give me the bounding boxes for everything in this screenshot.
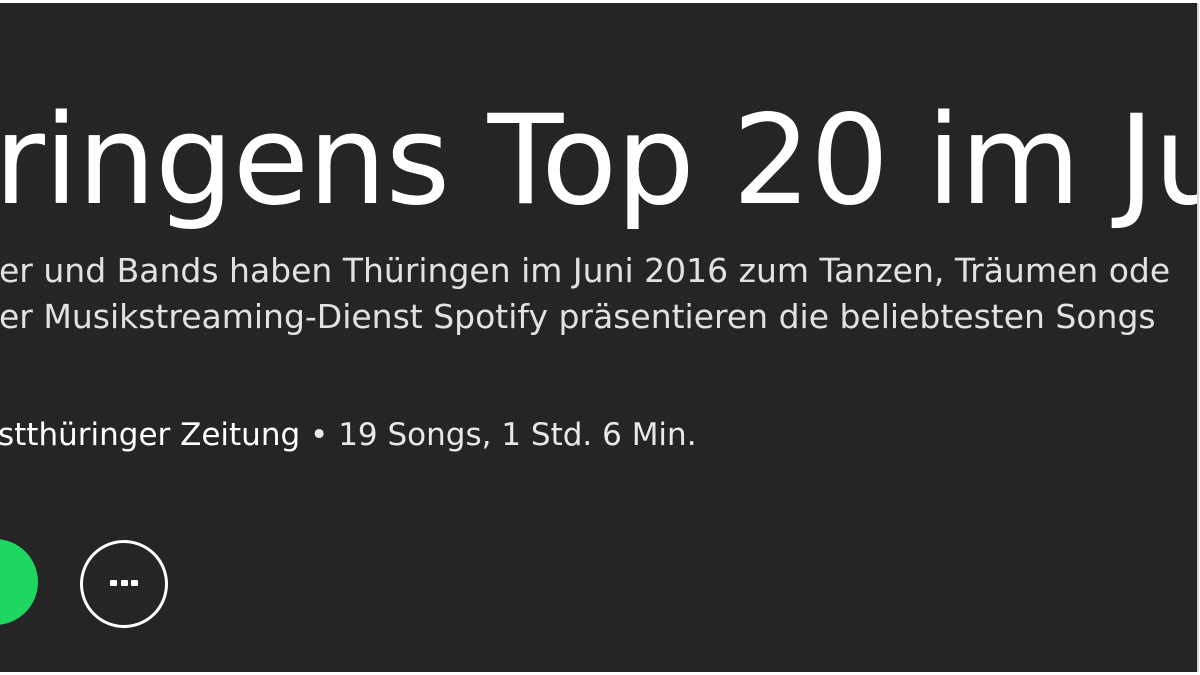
more-dots-icon [110,580,138,586]
playlist-meta: stthüringer Zeitung • 19 Songs, 1 Std. 6… [0,415,697,455]
playlist-header: ringens Top 20 im Ju er und Bands haben … [0,3,1199,672]
playlist-title: ringens Top 20 im Ju [0,89,1199,233]
meta-separator: • [310,417,329,453]
playlist-stats: 19 Songs, 1 Std. 6 Min. [338,417,697,453]
description-line-1: er und Bands haben Thüringen im Juni 201… [0,251,1171,290]
description-line-2: er Musikstreaming-Dienst Spotify präsent… [0,297,1156,336]
more-options-button[interactable] [80,540,168,628]
screenshot-frame: ringens Top 20 im Ju er und Bands haben … [0,0,1200,675]
dot [120,580,128,586]
play-button[interactable] [0,539,38,625]
dot [110,580,117,586]
playlist-description: er und Bands haben Thüringen im Juni 201… [0,248,1170,340]
dot [131,580,138,586]
playlist-owner-link[interactable]: stthüringer Zeitung [0,417,300,453]
